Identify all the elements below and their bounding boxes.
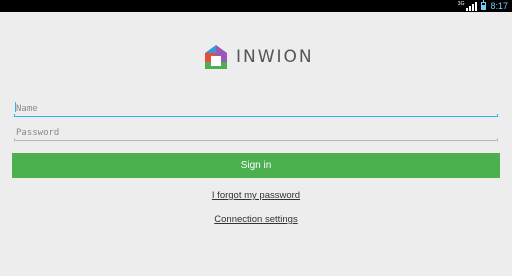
battery-icon — [481, 0, 487, 10]
app-logo: INWION — [204, 44, 314, 70]
status-bar: 3G 8:17 — [0, 0, 512, 12]
status-icons: 3G 8:17 — [458, 0, 508, 12]
input-edge-right — [497, 138, 498, 141]
signal-icon: 3G — [457, 0, 478, 11]
input-edge-left — [14, 138, 15, 141]
house-logo-icon — [205, 45, 227, 69]
password-input[interactable] — [14, 125, 498, 141]
name-input[interactable] — [14, 101, 498, 117]
network-type-label: 3G — [457, 0, 465, 7]
text-cursor — [15, 102, 16, 112]
input-edge-left — [14, 114, 15, 117]
forgot-password-link[interactable]: I forgot my password — [0, 190, 512, 201]
connection-settings-link[interactable]: Connection settings — [0, 214, 512, 225]
sign-in-button[interactable]: Sign in — [12, 153, 500, 178]
brand-name: INWION — [236, 47, 314, 67]
input-edge-right — [497, 114, 498, 117]
status-time: 8:17 — [490, 1, 508, 11]
